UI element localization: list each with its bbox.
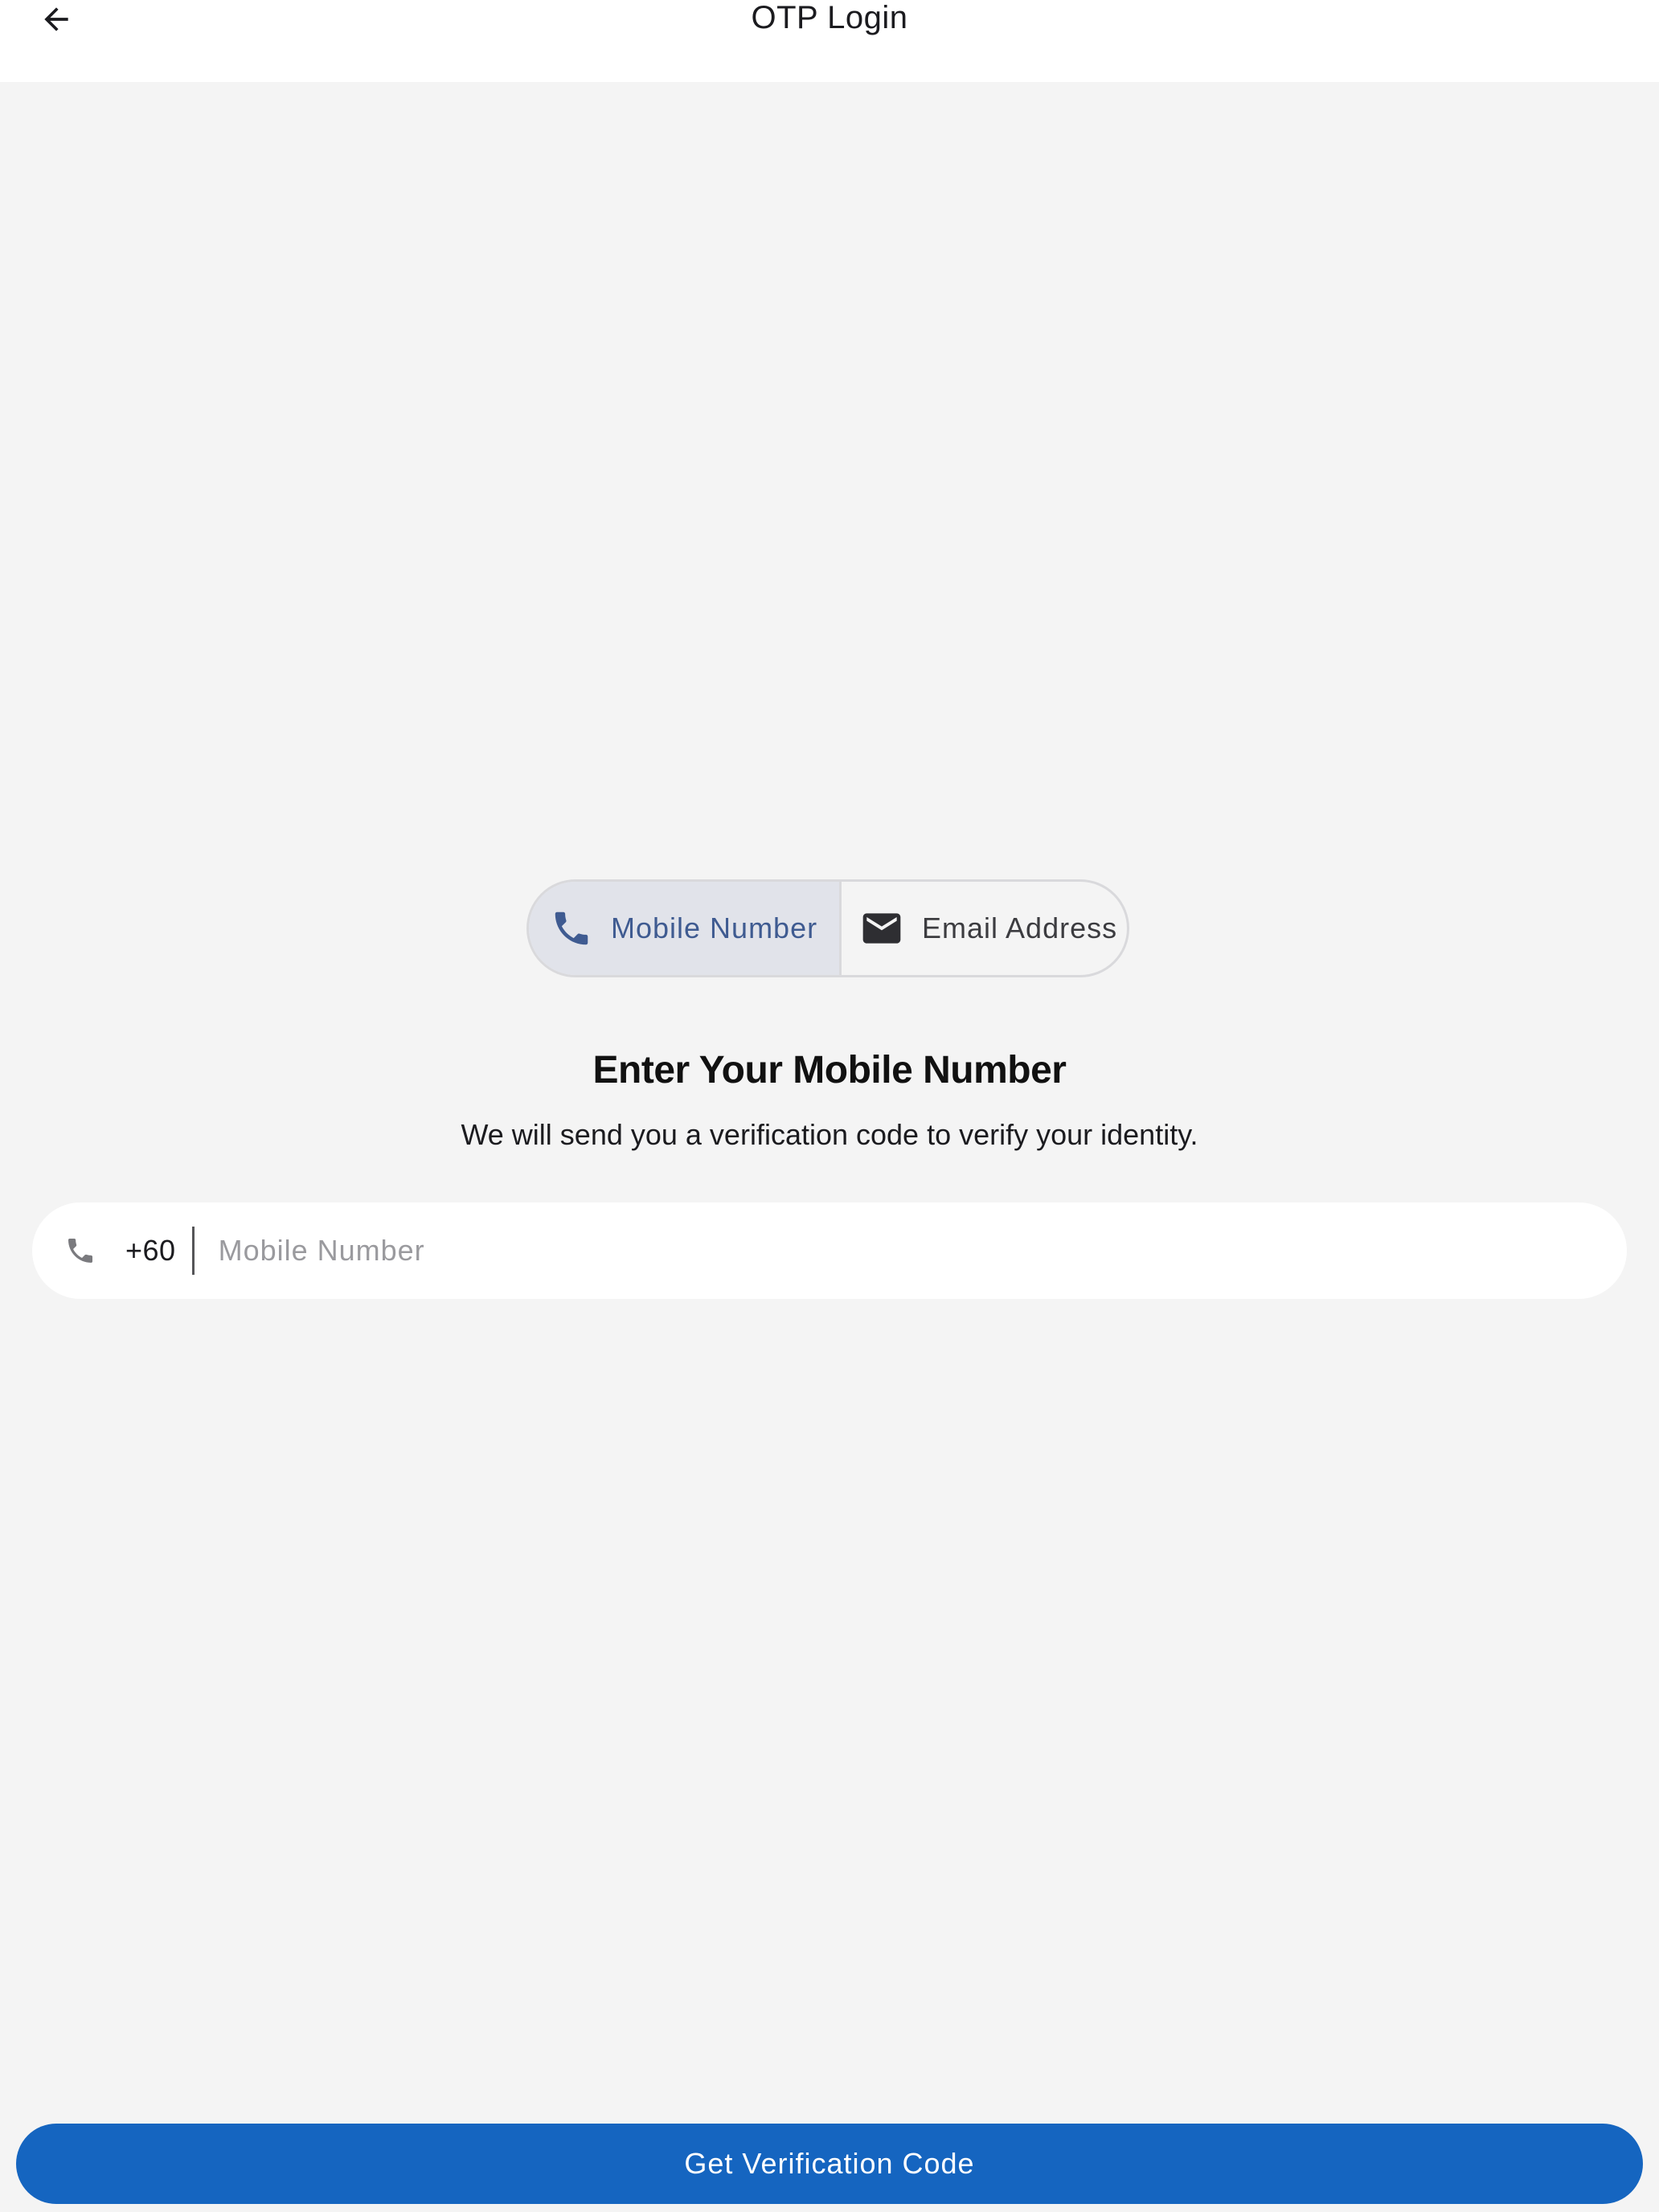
- phone-icon: [64, 1235, 96, 1267]
- mobile-number-field[interactable]: +60: [32, 1202, 1627, 1299]
- segment-mobile-label: Mobile Number: [611, 911, 818, 944]
- mail-icon: [862, 913, 901, 944]
- section-heading: Enter Your Mobile Number: [592, 1049, 1067, 1092]
- page-title: OTP Login: [751, 0, 908, 35]
- get-verification-code-button[interactable]: Get Verification Code: [16, 2124, 1643, 2204]
- field-divider: [191, 1227, 195, 1275]
- segment-email-label: Email Address: [922, 911, 1118, 944]
- phone-icon: [555, 911, 588, 945]
- app-bar: OTP Login: [0, 0, 1659, 82]
- segment-mobile-number[interactable]: Mobile Number: [529, 882, 839, 975]
- mobile-number-input[interactable]: [218, 1202, 1627, 1299]
- country-code[interactable]: +60: [125, 1234, 176, 1268]
- get-verification-code-label: Get Verification Code: [684, 2147, 975, 2180]
- segment-email-address[interactable]: Email Address: [839, 882, 1127, 975]
- section-description: We will send you a verification code to …: [461, 1118, 1198, 1151]
- login-method-toggle: Mobile Number Email Address: [526, 879, 1129, 977]
